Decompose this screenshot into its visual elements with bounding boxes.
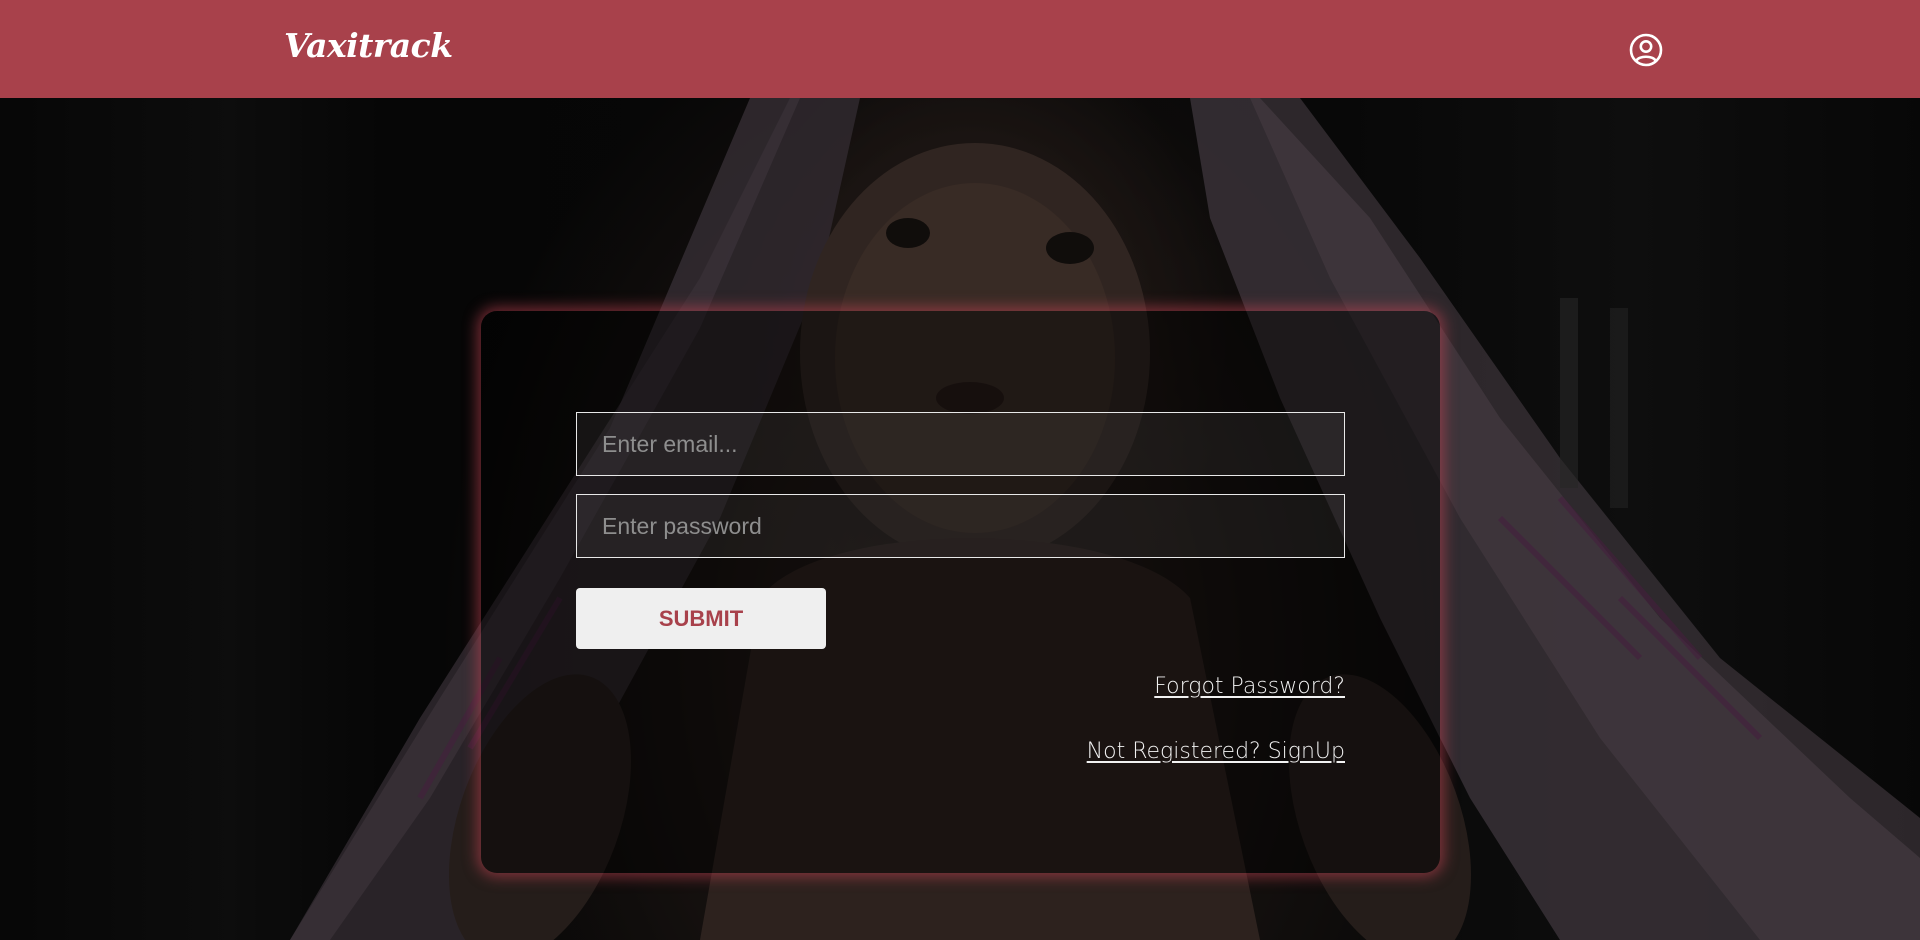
user-account-button[interactable] xyxy=(1629,33,1663,67)
signup-link[interactable]: Not Registered? SignUp xyxy=(1087,739,1345,764)
submit-button[interactable]: SUBMIT xyxy=(576,588,826,649)
top-navbar: Vaxitrack xyxy=(0,0,1920,98)
email-input[interactable] xyxy=(576,412,1345,476)
user-circle-icon xyxy=(1629,33,1663,67)
forgot-password-link[interactable]: Forgot Password? xyxy=(1154,674,1345,699)
password-input[interactable] xyxy=(576,494,1345,558)
login-form-card: SUBMIT Forgot Password? Not Registered? … xyxy=(481,311,1440,873)
brand-logo-link[interactable]: Vaxitrack xyxy=(284,26,453,65)
hero-background-image: SUBMIT Forgot Password? Not Registered? … xyxy=(0,98,1920,940)
